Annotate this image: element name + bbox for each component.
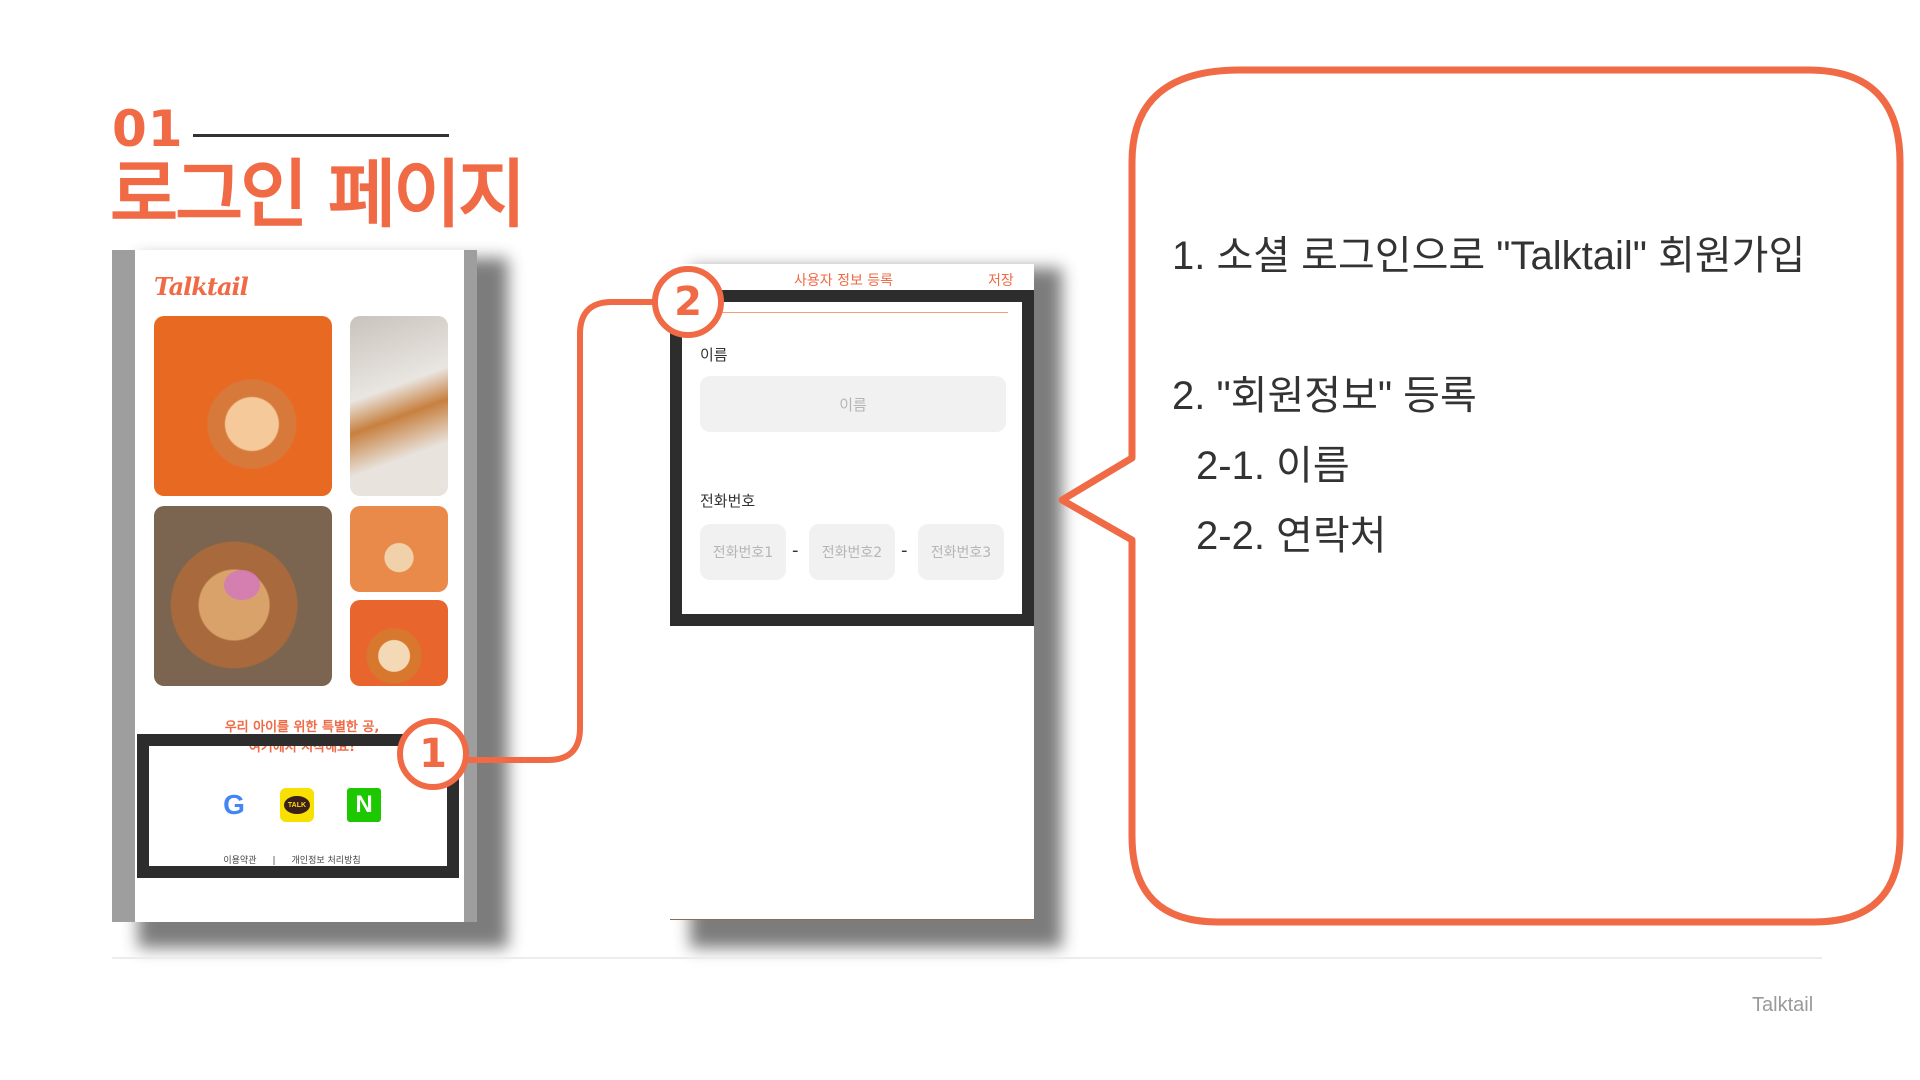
description-line-4: 2-2. 연락처 <box>1196 514 1387 558</box>
description-line-2: 2. "회원정보" 등록 <box>1172 374 1477 418</box>
footer-divider <box>112 957 1822 959</box>
description-line-1: 1. 소셜 로그인으로 "Talktail" 회원가입 <box>1172 234 1806 278</box>
description-line-3: 2-1. 이름 <box>1196 444 1350 488</box>
speech-bubble-outline <box>1058 66 1904 926</box>
speech-bubble <box>1058 66 1904 926</box>
footer-brand: Talktail <box>1752 994 1814 1016</box>
